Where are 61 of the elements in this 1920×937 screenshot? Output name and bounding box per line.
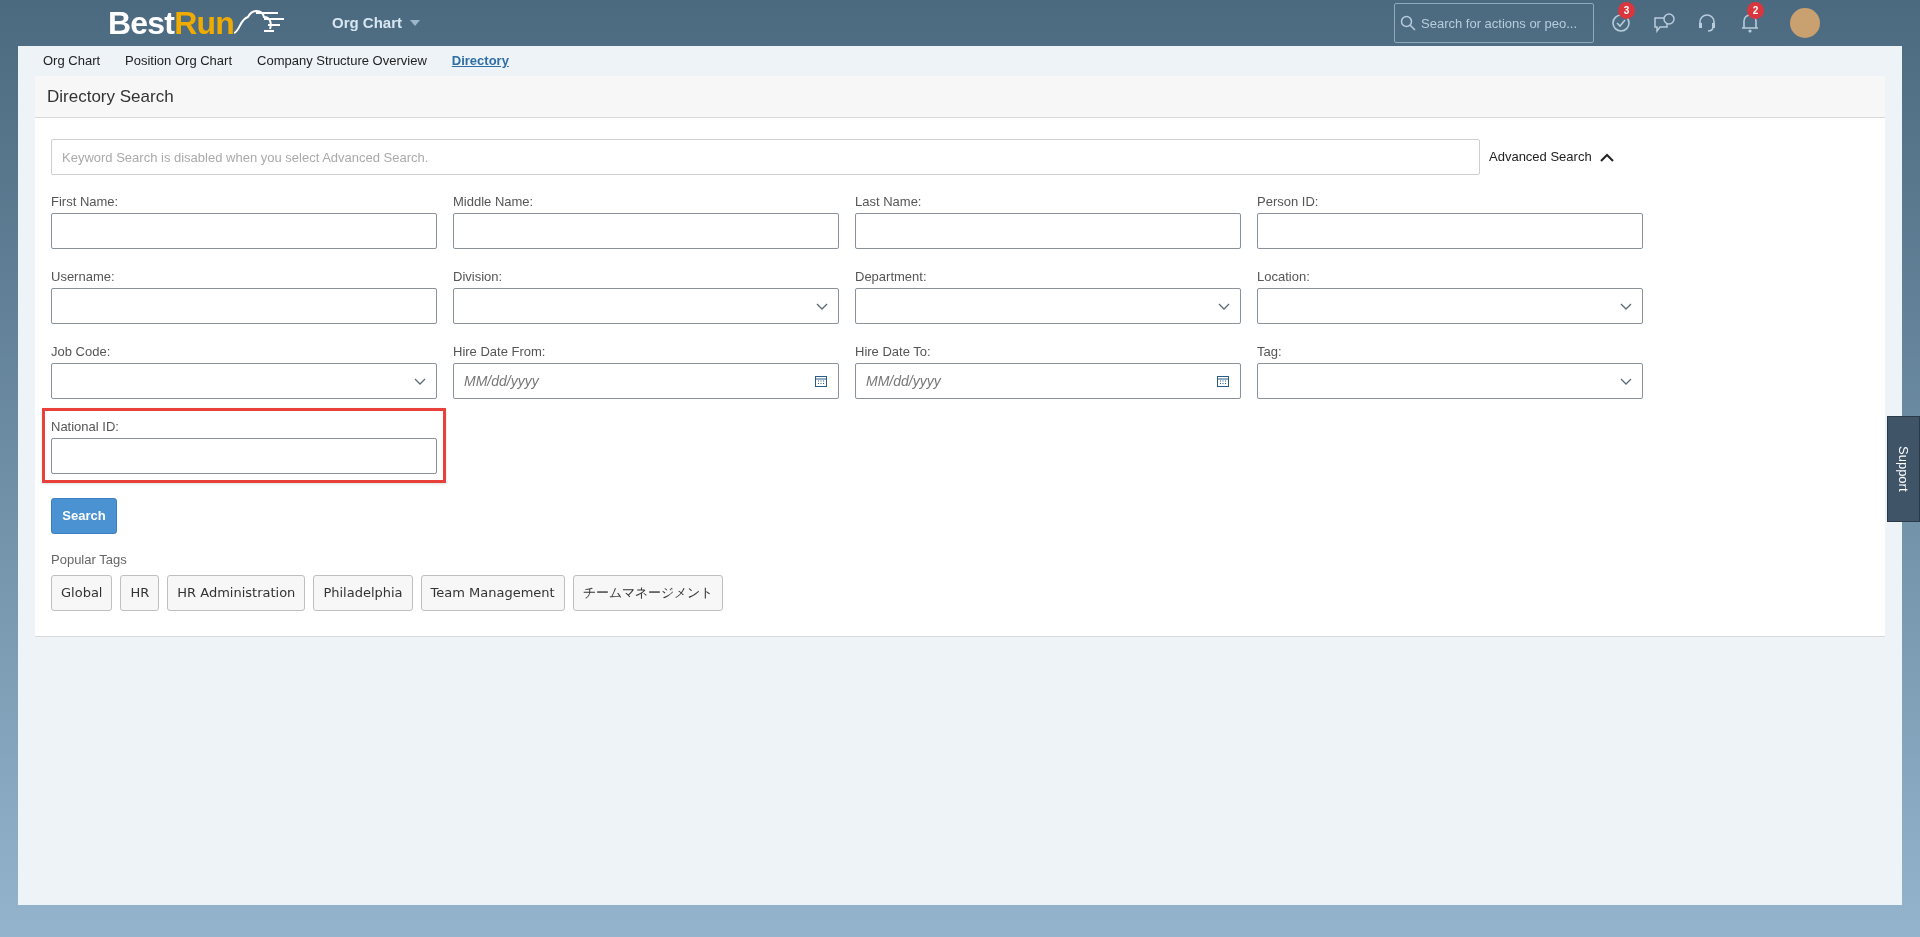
tag-button[interactable]: Global	[51, 574, 113, 611]
calendar-icon	[1217, 375, 1229, 387]
text-field[interactable]	[855, 213, 1241, 249]
field-label: Hire Date From:	[453, 343, 547, 361]
check-circle-icon[interactable]	[1611, 13, 1631, 33]
dropdown-field[interactable]	[453, 288, 839, 324]
popular-tags-title: Popular Tags	[51, 551, 128, 569]
logo-accent-text: Run	[174, 4, 234, 43]
field-label: Job Code:	[51, 343, 112, 361]
field-label: Person ID:	[1257, 193, 1320, 211]
support-tab[interactable]: Support	[1887, 416, 1920, 522]
headset-icon[interactable]	[1697, 13, 1717, 33]
field-label: Username:	[51, 268, 116, 286]
text-field[interactable]	[51, 438, 437, 474]
field-label: Location:	[1257, 268, 1311, 286]
search-field[interactable]: Search for actions or peo...	[1394, 3, 1594, 43]
dropdown-field[interactable]	[1257, 363, 1643, 399]
dropdown-field[interactable]	[855, 288, 1241, 324]
app-menu-button[interactable]: Org Chart	[332, 11, 420, 35]
tag-button[interactable]: Philadelphia	[313, 574, 413, 611]
advanced-search-toggle[interactable]: Advanced Search	[1489, 147, 1614, 167]
field-label: Department:	[855, 268, 928, 286]
nav-tab[interactable]: Directory	[451, 51, 509, 71]
nav-tab[interactable]: Org Chart	[43, 51, 101, 71]
notification-badge: 2	[1747, 2, 1764, 19]
chat-bubble-icon[interactable]	[1653, 13, 1675, 33]
avatar[interactable]	[1790, 8, 1820, 38]
field-label: Last Name:	[855, 193, 923, 211]
chevron-down-icon	[1218, 302, 1230, 310]
search-icon	[1400, 15, 1416, 31]
chevron-down-icon	[1620, 377, 1632, 385]
cloud-lines-icon	[234, 9, 284, 37]
field-label: Division:	[453, 268, 504, 286]
date-field[interactable]: MM/dd/yyyy	[855, 363, 1241, 399]
logo-text: Best	[108, 4, 175, 43]
field-label: Middle Name:	[453, 193, 535, 211]
page-title: Directory Search	[47, 85, 174, 108]
text-field[interactable]	[51, 213, 437, 249]
tag-button[interactable]: HR Administration	[167, 574, 306, 611]
chevron-down-icon	[414, 377, 426, 385]
dropdown-field[interactable]	[1257, 288, 1643, 324]
nav-tab[interactable]: Position Org Chart	[125, 51, 232, 71]
field-label: Tag:	[1257, 343, 1283, 361]
chevron-down-icon	[1620, 302, 1632, 310]
chevron-down-icon	[816, 302, 828, 310]
tag-button[interactable]: チームマネージメント	[572, 574, 723, 611]
field-label: National ID:	[51, 418, 120, 436]
dropdown-field[interactable]	[51, 363, 437, 399]
tag-button[interactable]: Team Management	[420, 574, 565, 611]
date-field[interactable]: MM/dd/yyyy	[453, 363, 839, 399]
text-field[interactable]	[51, 288, 437, 324]
notification-badge: 3	[1618, 2, 1635, 19]
field-label: Hire Date To:	[855, 343, 932, 361]
text-field[interactable]	[453, 213, 839, 249]
field-label: First Name:	[51, 193, 120, 211]
bell-icon[interactable]	[1741, 13, 1759, 33]
nav-tab[interactable]: Company Structure Overview	[257, 51, 427, 71]
text-field[interactable]	[1257, 213, 1643, 249]
caret-down-icon	[410, 20, 420, 26]
tag-button[interactable]: HR	[120, 574, 160, 611]
calendar-icon	[815, 375, 827, 387]
